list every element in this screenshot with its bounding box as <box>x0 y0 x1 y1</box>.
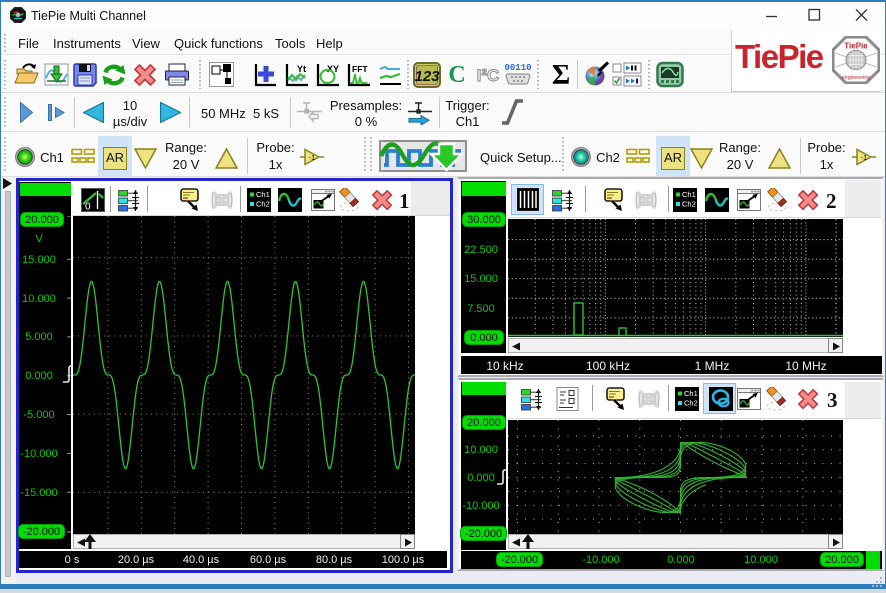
svg-text:I²C: I²C <box>477 66 500 85</box>
svg-text:Ch1: Ch1 <box>684 389 698 398</box>
svg-text:Ch1: Ch1 <box>682 190 696 199</box>
svg-text:0: 0 <box>85 202 91 213</box>
svg-text:engineering: engineering <box>842 75 871 81</box>
svg-text:Σ: Σ <box>552 60 570 88</box>
svg-text:Ch1: Ch1 <box>256 190 270 199</box>
svg-text:-1: -1 <box>309 153 316 162</box>
svg-text:FFT: FFT <box>352 64 368 74</box>
svg-text:Ch2: Ch2 <box>682 200 696 209</box>
svg-text:Ch2: Ch2 <box>256 200 270 209</box>
svg-text:-1: -1 <box>861 153 868 162</box>
svg-text:Ch2: Ch2 <box>684 399 698 408</box>
svg-text:123: 123 <box>414 68 440 85</box>
svg-text:Yt: Yt <box>297 64 306 74</box>
svg-text:00110: 00110 <box>505 63 531 73</box>
svg-text:C: C <box>448 62 465 87</box>
svg-text:TiePie: TiePie <box>844 42 868 51</box>
